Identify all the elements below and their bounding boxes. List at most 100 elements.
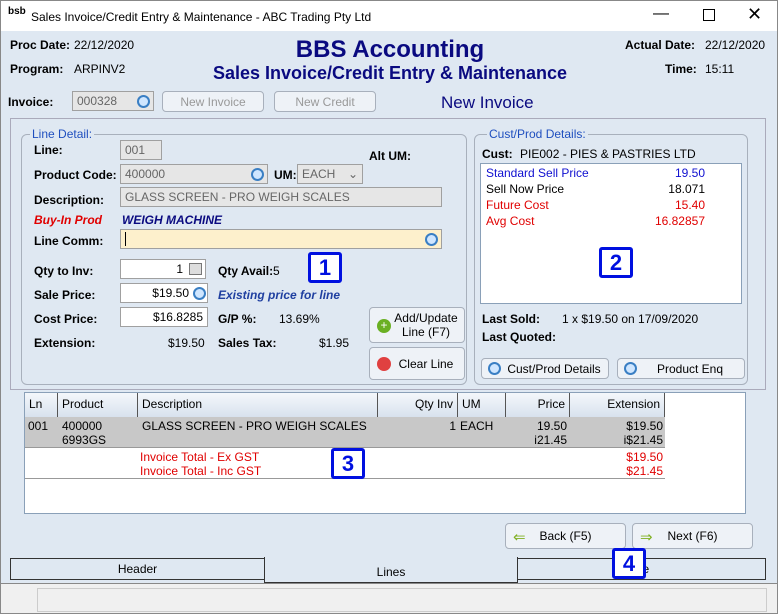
back-button[interactable]: ⇐ Back (F5): [505, 523, 626, 549]
cust-prod-details-button[interactable]: Cust/Prod Details: [481, 358, 609, 379]
buyin-label: Buy-In Prod: [34, 213, 102, 227]
search-icon[interactable]: [425, 233, 438, 246]
minimize-button[interactable]: —: [653, 5, 669, 23]
product-code-value: 400000: [125, 167, 166, 181]
price-row: Future Cost 15.40: [481, 196, 741, 212]
new-credit-button[interactable]: New Credit: [274, 91, 376, 112]
tab-lines[interactable]: Lines: [264, 557, 518, 583]
title-bar: bsb Sales Invoice/Credit Entry & Mainten…: [0, 0, 778, 31]
program: ARPINV2: [74, 62, 126, 76]
gp-value: 13.69%: [279, 312, 320, 326]
sales-tax-label: Sales Tax:: [218, 336, 277, 350]
col-description[interactable]: Description: [138, 393, 378, 417]
um-value: EACH: [302, 167, 336, 181]
invoice-value: 000328: [77, 94, 118, 108]
qty-value: 1: [176, 262, 183, 276]
um-select[interactable]: EACH ⌄: [297, 164, 363, 184]
col-um[interactable]: UM: [458, 393, 506, 417]
description-field[interactable]: GLASS SCREEN - PRO WEIGH SCALES: [120, 187, 442, 207]
price-row: Standard Sell Price 19.50: [481, 164, 741, 180]
cell-ln: 001: [28, 419, 49, 433]
cell-product-alt: 6993GS: [62, 433, 107, 447]
tab-header[interactable]: Header: [10, 558, 265, 580]
proc-date: 22/12/2020: [74, 38, 135, 52]
price-label: Future Cost: [486, 198, 549, 212]
col-extension[interactable]: Extension: [570, 393, 665, 417]
cell-description: GLASS SCREEN - PRO WEIGH SCALES: [142, 419, 367, 433]
callout-3: 3: [331, 448, 365, 479]
add-update-line-button[interactable]: + Add/Update Line (F7): [369, 307, 465, 343]
line-field[interactable]: 001: [120, 140, 162, 160]
back-label: Back (F5): [539, 529, 592, 543]
price-label: Avg Cost: [486, 214, 535, 228]
clear-line-button[interactable]: Clear Line: [369, 347, 465, 380]
cust-prod-title: Cust/Prod Details:: [487, 127, 588, 141]
search-icon[interactable]: [137, 95, 150, 108]
product-code-field[interactable]: 400000: [120, 164, 268, 184]
new-credit-label: New Credit: [295, 94, 355, 109]
invoice-mode: New Invoice: [441, 93, 534, 112]
line-comm-label: Line Comm:: [34, 234, 104, 248]
total-inc-label: Invoice Total - Inc GST: [140, 464, 262, 478]
maximize-button[interactable]: [703, 9, 715, 21]
time-label: Time:: [665, 62, 697, 76]
program-label: Program:: [10, 62, 64, 76]
cost-price-input[interactable]: $16.8285: [120, 307, 208, 327]
table-row[interactable]: 001 400000 6993GS GLASS SCREEN - PRO WEI…: [25, 417, 665, 448]
search-icon[interactable]: [251, 168, 264, 181]
line-comm-input[interactable]: [120, 229, 442, 249]
calculator-icon[interactable]: [189, 263, 202, 275]
price-list: Standard Sell Price 19.50 Sell Now Price 18…: [480, 163, 742, 304]
price-note: Existing price for line: [218, 288, 341, 302]
proc-date-label: Proc Date:: [10, 38, 71, 52]
actual-date-label: Actual Date:: [625, 38, 696, 52]
callout-1: 1: [308, 252, 342, 283]
cell-extension: $19.50: [626, 419, 663, 433]
cust-value: PIE002 - PIES & PASTRIES LTD: [520, 147, 696, 161]
plus-icon: +: [377, 319, 391, 333]
status-panel: [37, 588, 767, 612]
col-product[interactable]: Product: [58, 393, 138, 417]
close-button[interactable]: ✕: [747, 4, 762, 25]
search-icon: [488, 362, 501, 375]
total-inc: $21.45: [626, 464, 663, 478]
line-label: Line:: [34, 143, 63, 157]
col-qty[interactable]: Qty Inv: [378, 393, 458, 417]
price-label: Standard Sell Price: [486, 166, 589, 180]
product-code-label: Product Code:: [34, 168, 117, 182]
window-title: Sales Invoice/Credit Entry & Maintenance…: [31, 10, 372, 24]
qty-label: Qty to Inv:: [34, 264, 94, 278]
app-title: BBS Accounting: [295, 36, 485, 63]
last-sold-label: Last Sold:: [482, 312, 541, 326]
add-update-label: Add/Update Line (F7): [394, 311, 458, 339]
col-price[interactable]: Price: [506, 393, 570, 417]
cell-price: 19.50: [536, 419, 567, 433]
remove-icon: [377, 357, 391, 371]
qty-avail-label: Qty Avail:: [218, 264, 274, 278]
search-icon: [624, 362, 637, 375]
cell-um: EACH: [460, 419, 494, 433]
product-enq-button[interactable]: Product Enq: [617, 358, 745, 379]
qty-input[interactable]: 1: [120, 259, 206, 279]
gp-label: G/P %:: [218, 312, 257, 326]
new-invoice-button[interactable]: New Invoice: [162, 91, 264, 112]
invoice-lines-grid[interactable]: Ln Product Description Qty Inv UM Price …: [24, 392, 746, 514]
time: 15:11: [705, 62, 735, 76]
sale-price-input[interactable]: $19.50: [120, 283, 208, 303]
line-detail-title: Line Detail:: [30, 127, 95, 141]
search-icon[interactable]: [193, 287, 206, 300]
price-value: 18.071: [668, 182, 705, 196]
invoice-field[interactable]: 000328: [72, 91, 154, 111]
qty-avail: 5: [273, 264, 280, 278]
price-value: 16.82857: [654, 214, 705, 228]
col-ln[interactable]: Ln: [25, 393, 58, 417]
next-button[interactable]: ⇒ Next (F6): [632, 523, 753, 549]
sales-tax-value: $1.95: [319, 336, 350, 350]
chevron-down-icon: ⌄: [347, 167, 358, 181]
description-label: Description:: [34, 193, 105, 207]
last-quoted-label: Last Quoted:: [482, 330, 556, 344]
page-subtitle: Sales Invoice/Credit Entry & Maintenance: [212, 63, 568, 83]
arrow-left-icon: ⇐: [513, 529, 526, 546]
new-invoice-label: New Invoice: [180, 94, 246, 109]
cell-extension-inc: i$21.45: [623, 433, 663, 447]
